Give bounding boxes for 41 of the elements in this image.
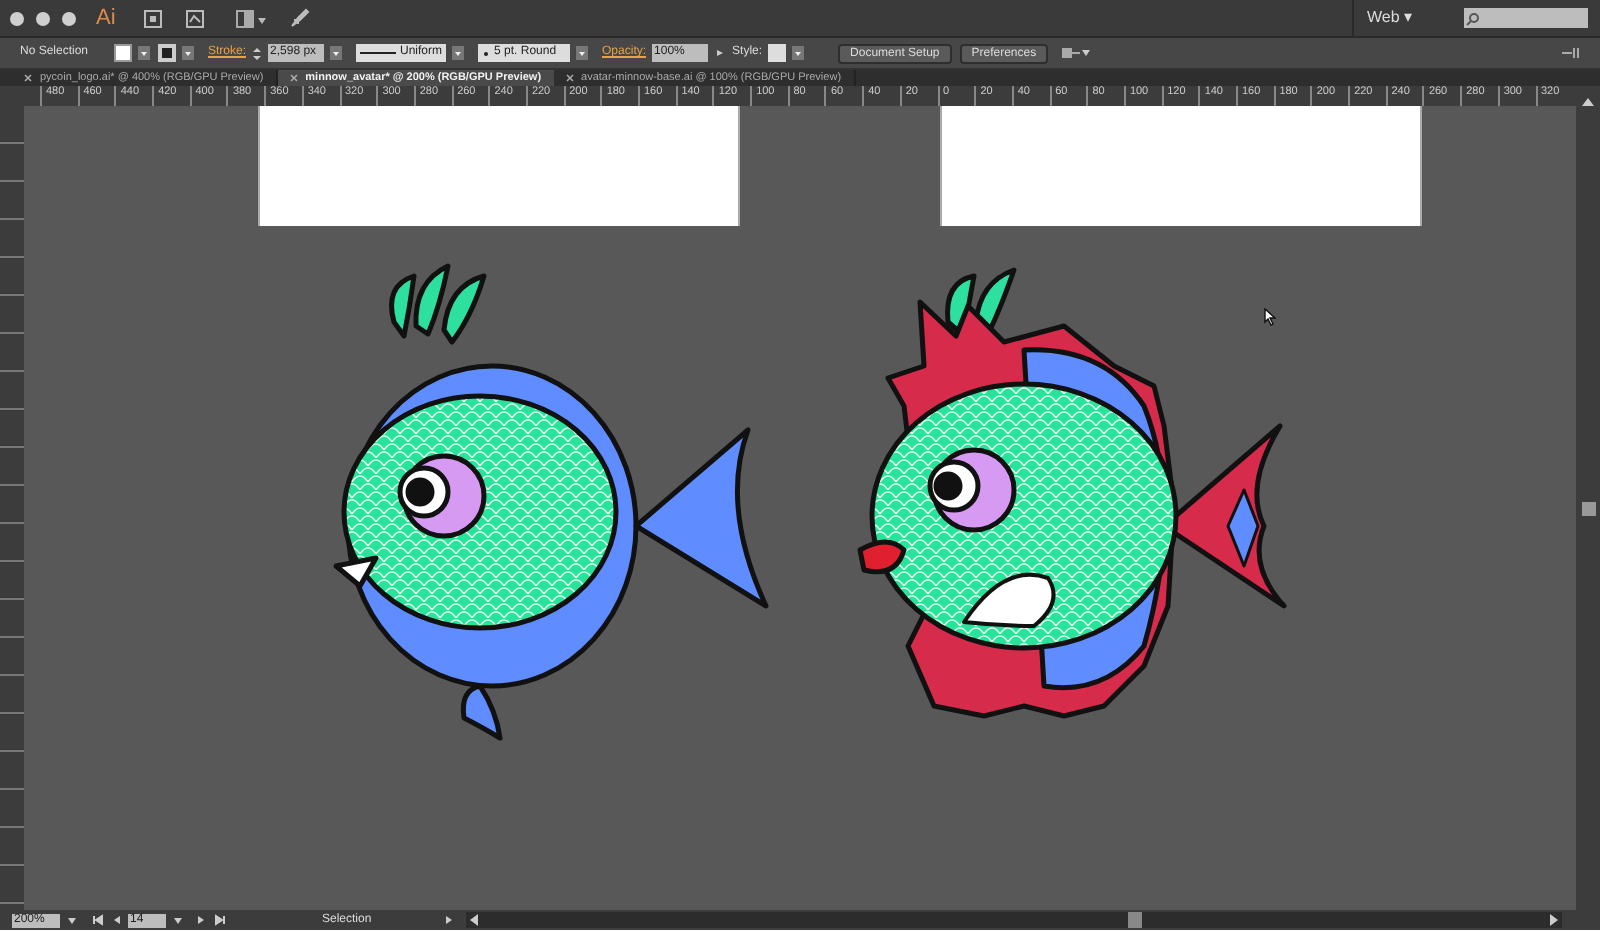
fill-swatch[interactable] [114,44,132,62]
play-icon[interactable] [444,914,456,926]
mouse-cursor-icon [1264,308,1276,326]
first-artboard-icon[interactable] [92,914,104,926]
stroke-swatch[interactable] [158,44,176,62]
dropdown-caret-icon[interactable] [576,46,589,60]
search-field[interactable] [1464,8,1588,28]
scroll-left-icon[interactable] [470,914,480,926]
dropdown-caret-icon[interactable] [452,46,465,60]
previous-artboard-icon[interactable] [110,914,122,926]
bridge-icon[interactable] [143,9,162,27]
dropdown-caret-icon[interactable] [138,46,150,60]
layout-icon[interactable] [235,9,266,27]
search-icon [1466,11,1480,25]
close-window-icon[interactable] [10,11,24,25]
zoom-window-icon[interactable] [62,11,76,25]
vertical-scrollbar[interactable] [1576,106,1600,910]
stock-icon[interactable] [185,9,204,27]
horizontal-scrollbar[interactable] [466,912,1562,928]
dropdown-caret-icon[interactable] [792,46,805,60]
scroll-thumb[interactable] [1127,912,1141,928]
panel-menu-icon[interactable] [1562,46,1580,60]
arrange-icon[interactable] [1062,46,1091,60]
dropdown-caret-icon[interactable] [172,914,184,926]
close-icon[interactable] [289,74,298,82]
close-icon[interactable] [565,74,574,82]
style-swatch[interactable] [768,44,787,62]
scroll-right-icon[interactable] [1548,914,1558,926]
workspace-switcher[interactable]: Web ▾ [1352,0,1424,36]
last-artboard-icon[interactable] [214,914,226,926]
line-icon [360,52,396,54]
app-logo: Ai [96,3,116,34]
minimize-window-icon[interactable] [36,11,50,25]
dropdown-caret-icon[interactable] [330,46,343,60]
scroll-thumb[interactable] [1581,501,1595,515]
next-artboard-icon[interactable] [196,914,208,926]
dropdown-caret-icon[interactable] [182,46,194,60]
stepper-icon[interactable] [252,45,263,61]
dropdown-caret-icon[interactable] [714,46,727,60]
close-icon[interactable] [24,74,32,82]
dropdown-caret-icon[interactable] [66,914,78,926]
